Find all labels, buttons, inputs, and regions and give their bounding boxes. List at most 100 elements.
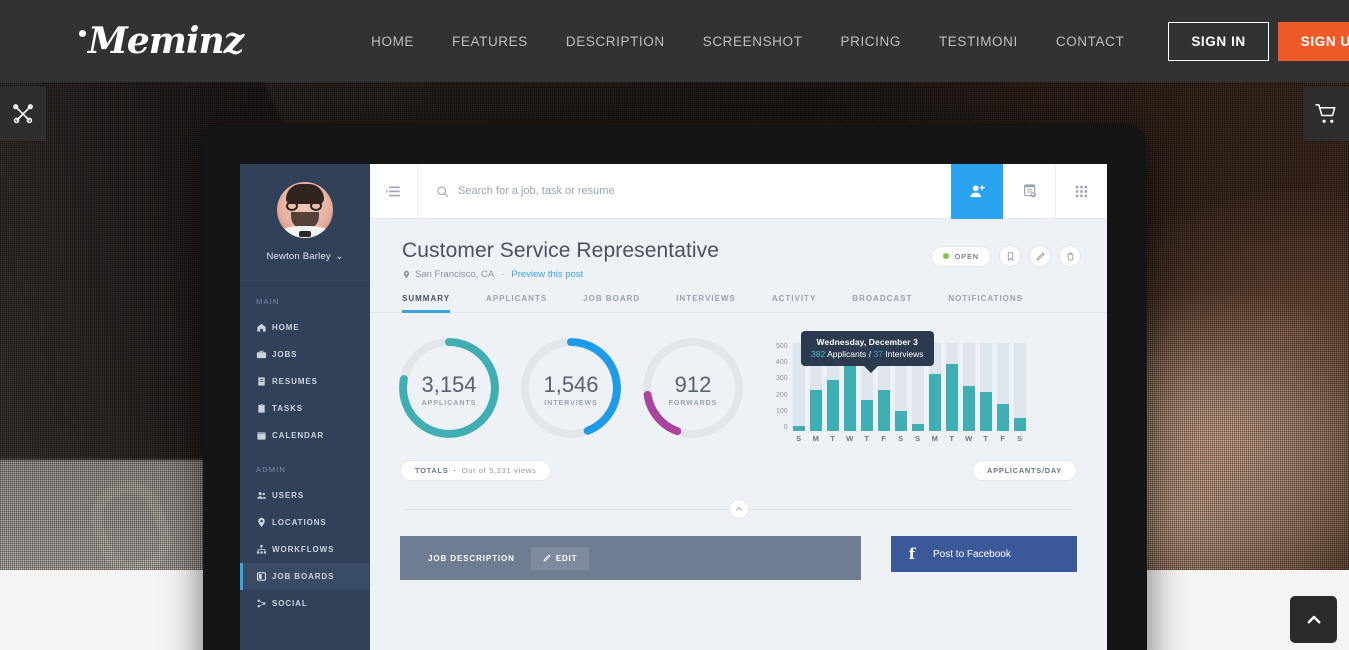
x-axis-tick: M	[812, 434, 819, 443]
nav-item-home[interactable]: HOME	[371, 34, 414, 49]
chart-bar-column[interactable]: T	[945, 343, 958, 443]
x-axis-tick: W	[965, 434, 973, 443]
search-placeholder: Search for a job, task or resume	[458, 185, 615, 197]
main-navigation: HOME FEATURES DESCRIPTION SCREENSHOT PRI…	[371, 34, 1124, 49]
cart-button[interactable]	[1303, 87, 1349, 141]
sitemap-icon	[256, 544, 272, 555]
trash-icon	[1066, 252, 1074, 260]
preview-post-link[interactable]: Preview this post	[511, 269, 583, 280]
sidebar-item-label: JOBS	[272, 350, 298, 359]
chart-bar	[877, 390, 890, 431]
sidebar-item-resumes[interactable]: RESUMES	[240, 368, 370, 395]
totals-pill[interactable]: TOTALS · Out of 5,231 views	[400, 460, 552, 481]
totals-views: Out of 5,231 views	[461, 466, 537, 475]
add-user-button[interactable]	[951, 164, 1003, 219]
x-axis-tick: F	[1000, 434, 1005, 443]
chart-legend-pill[interactable]: APPLICANTS/DAY	[972, 460, 1077, 481]
sidebar-item-jobs[interactable]: JOBS	[240, 341, 370, 368]
logo-dot	[79, 30, 86, 37]
sidebar-profile[interactable]: Newton Barley ⌄	[240, 164, 370, 281]
chart-bar	[911, 423, 924, 431]
x-axis-tick: M	[931, 434, 938, 443]
edit-description-button[interactable]: EDIT	[530, 546, 590, 570]
nav-item-screenshot[interactable]: SCREENSHOT	[703, 34, 803, 49]
facebook-icon: f	[908, 545, 916, 563]
home-icon	[256, 322, 272, 333]
nav-item-pricing[interactable]: PRICING	[840, 34, 900, 49]
edit-button[interactable]	[1029, 245, 1051, 267]
tools-button[interactable]	[0, 87, 46, 141]
post-to-facebook-button[interactable]: f Post to Facebook	[891, 536, 1077, 572]
dashboard-topbar: Search for a job, task or resume	[370, 164, 1107, 219]
sidebar-item-home[interactable]: HOME	[240, 314, 370, 341]
logo-text: Meminz	[88, 20, 244, 62]
sidebar-collapse-button[interactable]	[370, 164, 418, 219]
nav-item-testimoni[interactable]: TESTIMONI	[939, 34, 1018, 49]
hero-decor-buckle	[81, 472, 181, 570]
chevron-up-icon	[1307, 615, 1320, 623]
tab-job-board[interactable]: JOB BOARD	[583, 294, 640, 312]
tooltip-applicants-value: 382	[811, 349, 826, 359]
job-header: Customer Service Representative San Fran…	[370, 219, 1107, 280]
stat-caption: INTERVIEWS	[544, 400, 598, 407]
stat-forwards-label-group: 912 FORWARDS	[640, 335, 746, 446]
tab-summary[interactable]: SUMMARY	[402, 294, 451, 313]
users-icon	[256, 490, 272, 501]
tab-notifications[interactable]: NOTIFICATIONS	[948, 294, 1023, 312]
delete-button[interactable]	[1059, 245, 1081, 267]
totals-separator: ·	[453, 466, 457, 475]
nav-item-contact[interactable]: CONTACT	[1056, 34, 1124, 49]
search-document-button[interactable]	[1003, 164, 1055, 219]
dashboard-content: Search for a job, task or resume Custome…	[370, 164, 1107, 650]
scroll-to-top-button[interactable]	[1290, 596, 1337, 643]
job-description-bar: JOB DESCRIPTION EDIT	[400, 536, 861, 580]
search-input[interactable]: Search for a job, task or resume	[418, 185, 951, 198]
chart-bar	[792, 425, 805, 431]
nav-item-description[interactable]: DESCRIPTION	[566, 34, 665, 49]
stat-value: 912	[674, 372, 712, 397]
sidebar-item-users[interactable]: USERS	[240, 482, 370, 509]
stat-applicants: 3,154 APPLICANTS	[396, 335, 502, 446]
chart-bar-column[interactable]: S	[1013, 343, 1026, 443]
stat-interviews: 1,546 INTERVIEWS	[518, 335, 624, 446]
stat-applicants-label-group: 3,154 APPLICANTS	[396, 335, 502, 446]
tab-interviews[interactable]: INTERVIEWS	[676, 294, 736, 312]
tab-applicants[interactable]: APPLICANTS	[486, 294, 547, 312]
tooltip-divider: /	[868, 349, 872, 359]
collapse-section-button[interactable]	[728, 499, 749, 519]
chart-bar-column[interactable]: T	[979, 343, 992, 443]
page-title: Customer Service Representative	[402, 239, 720, 262]
tab-broadcast[interactable]: BROADCAST	[852, 294, 912, 312]
chart-bar-column[interactable]: W	[962, 343, 975, 443]
tablet-screen: Newton Barley ⌄ Main HOME JOBS	[240, 164, 1107, 650]
sidebar-item-calendar[interactable]: CALENDAR	[240, 422, 370, 449]
bookmark-button[interactable]	[999, 245, 1021, 267]
tooltip-interviews-label: Interviews	[885, 349, 924, 359]
sidebar-item-social[interactable]: SOCIAL	[240, 590, 370, 617]
stat-interviews-label-group: 1,546 INTERVIEWS	[518, 335, 624, 446]
nav-item-features[interactable]: FEATURES	[452, 34, 528, 49]
sidebar-item-locations[interactable]: LOCATIONS	[240, 509, 370, 536]
board-icon	[256, 571, 272, 582]
sidebar-item-label: TASKS	[272, 404, 304, 413]
tab-activity[interactable]: ACTIVITY	[772, 294, 816, 312]
sign-up-button[interactable]: SIGN UP	[1277, 21, 1349, 61]
sidebar-item-label: WORKFLOWS	[272, 545, 335, 554]
facebook-label: Post to Facebook	[933, 548, 1011, 560]
x-axis-tick: T	[830, 434, 835, 443]
sidebar-item-tasks[interactable]: TASKS	[240, 395, 370, 422]
sidebar-item-label: HOME	[272, 323, 300, 332]
chart-bar-column[interactable]: F	[996, 343, 1009, 443]
sign-in-button[interactable]: SIGN IN	[1168, 21, 1269, 61]
sidebar-item-workflows[interactable]: WORKFLOWS	[240, 536, 370, 563]
clipboard-icon	[256, 403, 272, 414]
sidebar-item-job-boards[interactable]: JOB BOARDS	[240, 563, 370, 590]
x-axis-tick: T	[864, 434, 869, 443]
pencil-icon	[543, 554, 551, 562]
status-badge[interactable]: OPEN	[930, 245, 991, 267]
chart-bar	[979, 391, 992, 431]
apps-grid-button[interactable]	[1055, 164, 1107, 219]
site-logo[interactable]: Meminz	[79, 20, 244, 62]
x-axis-tick: F	[881, 434, 886, 443]
hamburger-collapse-icon	[386, 186, 400, 196]
